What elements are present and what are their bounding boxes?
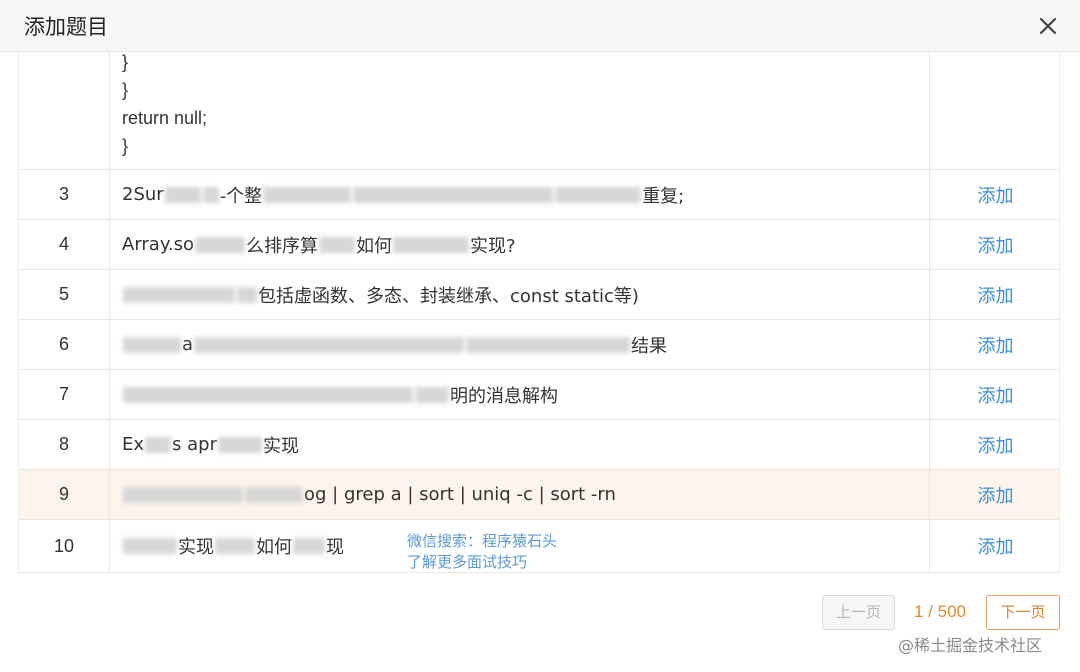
redacted-text [195,236,246,253]
question-fragment: 么排序算 [246,235,319,257]
redacted-text [123,386,413,403]
code-line: } [122,80,129,100]
redacted-text [245,486,303,503]
row-number: 9 [19,470,110,519]
table-row: 7 明的消息解构 添加 [19,370,1059,420]
question-fragment: Ex [122,434,145,455]
redacted-text [555,186,642,203]
question-fragment: 包括虚函数、多态、封装继承、const static等) [258,285,639,307]
action-cell: 添加 [930,370,1059,419]
watermark-line: 微信搜索：程序猿石头 [407,532,558,550]
question-fragment: 实现 [263,435,299,457]
table-row: 3 2Sur -个整 重复; 添加 [19,170,1059,220]
row-number: 5 [19,270,110,319]
table-row: 8 Ex s apr 实现 添加 [19,420,1059,470]
question-fragment: 重复; [642,185,685,207]
redacted-text [293,538,325,554]
redacted-text [215,538,255,554]
question-text: og | grep a | sort | uniq -c | sort -rn [110,470,930,519]
question-table[interactable]: } } return null; } 3 2Sur -个整 重复; 添加 4 A… [18,52,1060,573]
row-number: 10 [19,520,110,572]
add-button[interactable]: 添加 [978,232,1014,258]
redacted-text [263,186,352,203]
row-number: 4 [19,220,110,269]
question-fragment: -个整 [219,185,263,207]
add-button[interactable]: 添加 [978,382,1014,408]
close-icon[interactable] [1034,12,1062,40]
action-cell: 添加 [930,270,1059,319]
question-text: 2Sur -个整 重复; [110,170,930,219]
code-line: } [122,136,129,156]
row-number: 7 [19,370,110,419]
redacted-text [353,186,554,203]
question-fragment: 如何 [256,537,292,558]
redacted-text [123,286,235,303]
table-row: 5 包括虚函数、多态、封装继承、const static等) 添加 [19,270,1059,320]
add-button[interactable]: 添加 [978,182,1014,208]
add-button[interactable]: 添加 [978,432,1014,458]
question-text: 包括虚函数、多态、封装继承、const static等) [110,270,930,319]
code-snippet: } } return null; } [122,52,207,160]
question-fragment: 明的消息解构 [450,385,558,407]
add-button[interactable]: 添加 [978,482,1014,508]
redacted-text [123,486,243,503]
action-cell: 添加 [930,220,1059,269]
redacted-text [145,436,172,453]
question-fragment: og | grep a | sort | uniq -c | sort -rn [304,484,616,505]
dialog-header: 添加题目 [0,0,1080,52]
table-row-partial: } } return null; } [19,52,1059,170]
action-cell [930,52,1059,169]
prev-page-button[interactable]: 上一页 [822,595,895,630]
redacted-text [415,386,449,403]
action-cell: 添加 [930,420,1059,469]
redacted-text [194,336,465,353]
redacted-text [218,436,262,453]
question-fragment: 结果 [631,335,668,357]
redacted-text [393,236,470,253]
action-cell: 添加 [930,520,1059,572]
row-number: 6 [19,320,110,369]
redacted-text [466,336,631,353]
question-text: a 结果 [110,320,930,369]
redacted-text [202,186,219,203]
site-watermark: @稀土掘金技术社区 [898,636,1043,655]
table-row: 6 a 结果 添加 [19,320,1059,370]
question-fragment: 2Sur [122,184,164,205]
question-cell [110,52,930,169]
add-question-dialog: 添加题目 } } return null; } 3 2Sur -个整 重复; 添… [0,0,1080,672]
action-cell: 添加 [930,320,1059,369]
question-fragment: a [182,334,194,355]
row-number: 3 [19,170,110,219]
redacted-text [237,286,257,303]
redacted-text [123,336,181,353]
question-fragment: 实现? [470,235,516,257]
question-text: Array.so 么排序算 如何 实现? [110,220,930,269]
question-fragment: 现 [326,537,344,558]
code-line: } [122,52,129,72]
row-number: 8 [19,420,110,469]
table-row-hover: 9 og | grep a | sort | uniq -c | sort -r… [19,470,1059,520]
redacted-text [164,186,201,203]
add-button[interactable]: 添加 [978,332,1014,358]
dialog-title: 添加题目 [24,15,108,39]
add-button[interactable]: 添加 [978,282,1014,308]
next-page-button[interactable]: 下一页 [986,595,1060,630]
add-button[interactable]: 添加 [978,533,1014,559]
question-fragment: Array.so [122,234,195,255]
watermark-line: 了解更多面试技巧 [407,553,528,571]
row-number [19,52,110,169]
question-fragment: s apr [172,434,217,455]
question-text: Ex s apr 实现 [110,420,930,469]
redacted-text [123,538,177,554]
table-row: 4 Array.so 么排序算 如何 实现? 添加 [19,220,1059,270]
action-cell: 添加 [930,170,1059,219]
code-line: return null; [122,108,208,128]
question-fragment: 实现 [178,537,214,558]
question-fragment: 如何 [356,235,393,257]
redacted-text [319,236,356,253]
page-indicator: 1 / 500 [914,602,966,621]
question-text: 明的消息解构 [110,370,930,419]
wechat-watermark: 微信搜索：程序猿石头 了解更多面试技巧 [407,531,557,573]
action-cell: 添加 [930,470,1059,519]
